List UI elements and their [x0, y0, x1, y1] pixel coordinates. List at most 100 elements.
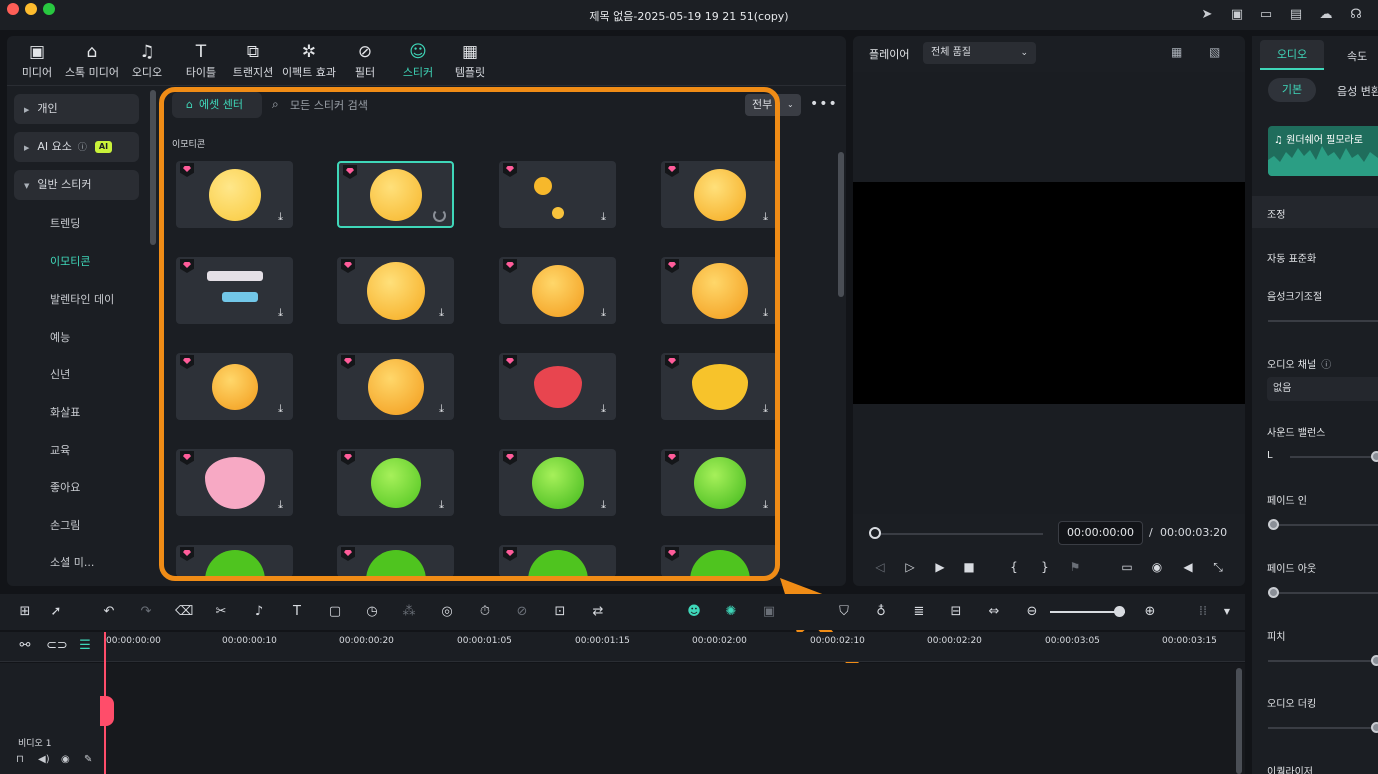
download-icon[interactable]: ⤓	[759, 402, 772, 416]
mask-icon[interactable]: ⊘	[513, 603, 531, 621]
tab-titles[interactable]: T 타이틀	[171, 40, 231, 80]
timeline-scrollbar[interactable]	[1236, 668, 1242, 774]
sticker-card[interactable]: ⤓	[176, 161, 293, 228]
download-icon[interactable]: ⤓	[597, 402, 610, 416]
microphone-icon[interactable]: ♁	[872, 603, 890, 621]
lock-icon[interactable]: ⊓	[16, 754, 24, 765]
subcategory-emoticons[interactable]: 이모티콘	[50, 253, 90, 269]
subcategory-new-year[interactable]: 신년	[50, 366, 70, 382]
ai-assistant-icon[interactable]: ☻	[685, 603, 703, 621]
asset-center-button[interactable]: ⌂ 에셋 센터	[172, 92, 262, 118]
zoom-in-icon[interactable]: ⊕	[1141, 603, 1159, 621]
fit-icon[interactable]: ⇔	[985, 603, 1003, 621]
redo-icon[interactable]: ↷	[137, 603, 155, 621]
sticker-search-input[interactable]	[290, 95, 590, 115]
tab-templates[interactable]: ▦ 템플릿	[440, 40, 500, 80]
volume-icon[interactable]: ◀	[1179, 558, 1197, 576]
ducking-slider[interactable]	[1268, 727, 1378, 729]
more-options-icon[interactable]: •••	[810, 96, 838, 112]
sticker-card[interactable]: ⤓	[499, 449, 616, 516]
sticker-card[interactable]: ⤓	[176, 257, 293, 324]
snapshot-camera-icon[interactable]: ◉	[1148, 558, 1166, 576]
balance-slider[interactable]	[1290, 456, 1378, 458]
tab-stock-media[interactable]: ⌂ 스톡 미디어	[62, 40, 122, 80]
tab-audio-properties[interactable]: 오디오	[1260, 40, 1324, 70]
download-icon[interactable]: ⤓	[759, 306, 772, 320]
crop-icon[interactable]: ▢	[326, 603, 344, 621]
sticker-card[interactable]: ⤓	[337, 353, 454, 420]
display-icon[interactable]: ▭	[1118, 558, 1136, 576]
category-personal[interactable]: ▶ 개인	[14, 94, 139, 124]
layout-grid-icon[interactable]: ⊞	[16, 603, 34, 621]
download-icon[interactable]: ⤓	[435, 498, 448, 512]
preview-canvas[interactable]	[853, 182, 1245, 404]
download-icon[interactable]: ⤓	[435, 306, 448, 320]
timer-icon[interactable]: ⏱	[476, 603, 494, 621]
shield-icon[interactable]: ⛉	[835, 603, 853, 621]
tab-filters[interactable]: ⊘ 필터	[335, 40, 395, 80]
download-icon[interactable]: ⤓	[274, 402, 287, 416]
chevron-down-icon[interactable]: ▼	[1218, 603, 1236, 621]
subcategory-likes[interactable]: 좋아요	[50, 479, 80, 495]
sticker-card[interactable]: ⤓	[661, 161, 778, 228]
sticker-card[interactable]: ⤓	[337, 257, 454, 324]
subcategory-valentine[interactable]: 발렌타인 데이	[50, 291, 114, 307]
subcategory-entertainment[interactable]: 예능	[50, 329, 70, 345]
undo-icon[interactable]: ↶	[100, 603, 118, 621]
sticker-grid-scrollbar[interactable]	[838, 152, 844, 297]
mark-out-icon[interactable]: }	[1036, 558, 1054, 576]
music-list-icon[interactable]: ≣	[910, 603, 928, 621]
download-icon[interactable]: ⤓	[274, 498, 287, 512]
fade-out-knob[interactable]	[1268, 587, 1279, 598]
download-icon[interactable]: ⤓	[597, 498, 610, 512]
sticker-card[interactable]: ⤓	[176, 353, 293, 420]
subcategory-arrows[interactable]: 화살표	[50, 404, 80, 420]
timeline-track-area[interactable]	[0, 663, 1245, 774]
sticker-card[interactable]	[337, 545, 454, 577]
sticker-card[interactable]: ⤓	[176, 449, 293, 516]
download-icon[interactable]: ⤓	[759, 498, 772, 512]
download-icon[interactable]: ⤓	[597, 210, 610, 224]
previous-frame-icon[interactable]: ◁	[871, 558, 889, 576]
clipboard-icon[interactable]: ▣	[1228, 6, 1246, 24]
render-icon[interactable]: ⊟	[947, 603, 965, 621]
subcategory-education[interactable]: 교육	[50, 442, 70, 458]
tab-transitions[interactable]: ⧉ 트랜지션	[223, 40, 283, 80]
magnet-icon[interactable]: ⊂⊃	[46, 637, 68, 655]
select-pointer-icon[interactable]: ➚	[47, 603, 65, 621]
pitch-slider[interactable]	[1268, 660, 1378, 662]
send-icon[interactable]: ➤	[1198, 6, 1216, 24]
sticker-card[interactable]: ⤓	[661, 257, 778, 324]
sticker-card[interactable]	[176, 545, 293, 577]
view-grid-icon[interactable]: ⁞⁞	[1194, 603, 1212, 621]
subcategory-social[interactable]: 소셜 미...	[50, 554, 94, 570]
download-icon[interactable]: ⤓	[597, 306, 610, 320]
sticker-card[interactable]	[337, 161, 454, 228]
current-timecode[interactable]: 00:00:00:00	[1058, 521, 1143, 545]
fade-in-slider[interactable]	[1268, 524, 1378, 526]
playback-scrubber[interactable]	[875, 533, 1043, 535]
subtab-basic[interactable]: 기본	[1268, 78, 1316, 102]
help-icon[interactable]: ⓘ	[78, 143, 87, 153]
tab-media[interactable]: ▣ 미디어	[7, 40, 67, 80]
image-icon[interactable]: ▧	[1209, 45, 1220, 59]
grid-view-icon[interactable]: ▦	[1171, 45, 1182, 59]
text-icon[interactable]: T	[288, 603, 306, 621]
download-icon[interactable]: ⤓	[759, 210, 772, 224]
sticker-card[interactable]: ⤓	[661, 353, 778, 420]
download-icon[interactable]: ⤓	[274, 210, 287, 224]
playhead-handle[interactable]	[100, 696, 114, 726]
timeline-ruler[interactable]: ⚯ ⊂⊃ ☰ 00:00:00:00 00:00:00:10 00:00:00:…	[0, 632, 1245, 662]
link-icon[interactable]: ⚯	[16, 637, 34, 655]
tab-speed[interactable]: 속도	[1347, 48, 1367, 64]
sidebar-scrollbar[interactable]	[150, 90, 156, 245]
sticker-card[interactable]	[661, 545, 778, 577]
subcategory-hand-drawn[interactable]: 손그림	[50, 517, 80, 533]
adjust-section-header[interactable]: 조정	[1252, 196, 1378, 228]
fade-in-knob[interactable]	[1268, 519, 1279, 530]
audio-channel-dropdown[interactable]: 없음	[1267, 377, 1378, 401]
next-frame-icon[interactable]: ▷	[901, 558, 919, 576]
marker-icon[interactable]: ⚑	[1066, 558, 1084, 576]
save-icon[interactable]: ▤	[1287, 6, 1305, 24]
sticker-card[interactable]: ⤓	[661, 449, 778, 516]
